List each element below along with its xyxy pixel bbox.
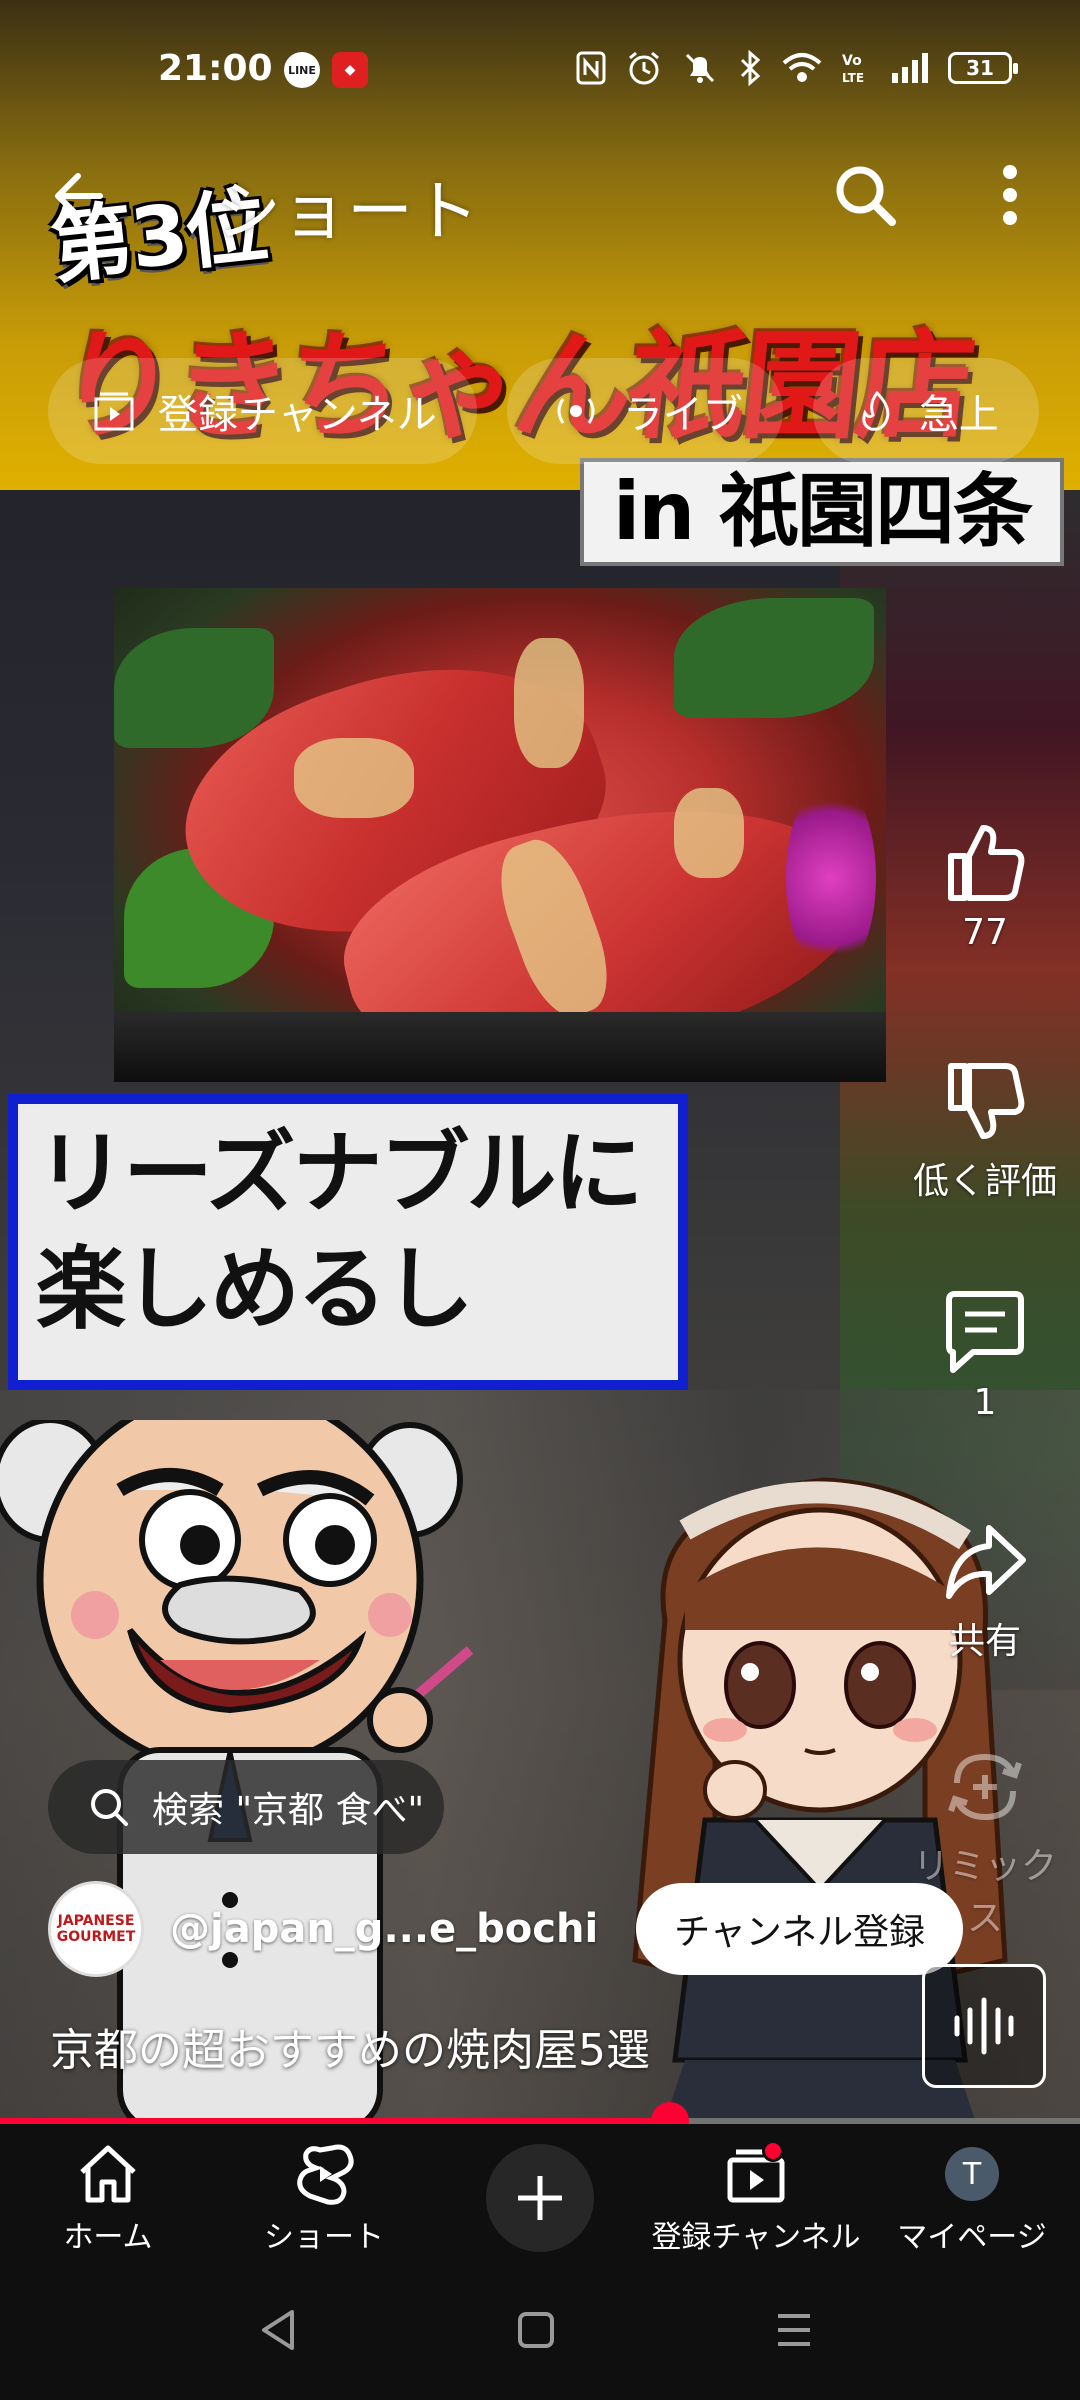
svg-text:Vo: Vo (842, 53, 862, 69)
filter-chips: 登録チャンネル ライブ 急上 (48, 358, 1039, 464)
chip-label: ライブ (622, 392, 743, 438)
caption-box: リーズナブルに 楽しめるし (8, 1094, 688, 1390)
battery-icon: 31 (948, 52, 1018, 84)
remix-icon (948, 1753, 1022, 1821)
back-arrow-icon[interactable] (50, 166, 110, 226)
subscribe-button[interactable]: チャンネル登録 (636, 1883, 964, 1975)
wifi-icon (782, 53, 822, 82)
chip-trending[interactable]: 急上 (812, 358, 1039, 464)
app-icon: ◆ (332, 52, 368, 88)
channel-avatar[interactable]: JAPANESE GOURMET (48, 1881, 144, 1977)
recents-menu-icon[interactable] (774, 2308, 814, 2352)
related-search-text: 検索 "京都 食べ" (152, 1790, 425, 1831)
notification-icons: LINE ◆ (284, 52, 368, 88)
thumbs-down-icon (948, 1063, 1025, 1139)
food-image (114, 588, 886, 1082)
share-icon (946, 1525, 1026, 1599)
share-button[interactable]: 共有 (910, 1520, 1060, 1664)
chip-label: 登録チャンネル (158, 392, 437, 438)
comment-button[interactable]: 1 (910, 1290, 1060, 1423)
sound-button[interactable] (922, 1964, 1046, 2088)
nav-label: 登録チャンネル (651, 2220, 861, 2255)
top-app-bar: ショート (0, 140, 1080, 250)
dislike-label: 低く評価 (912, 1161, 1057, 1202)
avatar-icon: T (945, 2147, 999, 2201)
comment-count: 1 (973, 1382, 997, 1423)
home-icon (80, 2145, 136, 2203)
chip-label: 急上 (918, 392, 999, 438)
chip-live[interactable]: ライブ (506, 358, 783, 464)
nav-label: ホーム (63, 2220, 153, 2255)
nav-subscriptions[interactable]: 登録チャンネル (648, 2140, 864, 2256)
flower-garnish (786, 778, 876, 978)
caption-line: リーズナブルに (36, 1121, 644, 1226)
sound-waves-icon (954, 1997, 1014, 2055)
mute-icon (685, 53, 715, 83)
nav-shorts[interactable]: ショート (216, 2142, 432, 2256)
dislike-button[interactable]: 低く評価 (910, 1060, 1060, 1204)
location-label: in 祇園四条 (580, 458, 1064, 566)
nfc-icon (576, 51, 606, 85)
search-icon (91, 1789, 128, 1826)
like-button[interactable]: 77 (910, 820, 1060, 953)
nav-label: マイページ (897, 2220, 1047, 2255)
trending-icon (862, 390, 890, 431)
share-label: 共有 (948, 1621, 1021, 1662)
gold-leaf (674, 788, 744, 878)
caption-line: 楽しめるし (36, 1237, 474, 1342)
like-count: 77 (962, 912, 1008, 953)
status-bar: 21:00 LINE ◆ Vo LTE 31 (0, 0, 1080, 140)
live-icon (557, 398, 595, 424)
related-search-pill[interactable]: 検索 "京都 食べ" (48, 1760, 444, 1854)
nav-mypage[interactable]: T マイページ (864, 2142, 1080, 2256)
nav-home[interactable]: ホーム (0, 2142, 216, 2256)
more-vert-icon[interactable] (985, 160, 1035, 230)
avatar-text: JAPANESE GOURMET (56, 1913, 136, 1945)
volte-icon: Vo LTE (842, 53, 864, 85)
system-icons: Vo LTE 31 (576, 50, 1018, 86)
bluetooth-icon (740, 50, 761, 86)
chip-subscriptions[interactable]: 登録チャンネル (48, 358, 477, 464)
comment-icon (946, 1291, 1024, 1373)
notification-dot (762, 2140, 784, 2162)
bottom-navigation: ホーム ショート 登録チャンネル T マイページ (0, 2124, 1080, 2264)
shorts-icon (297, 2144, 354, 2205)
status-time: 21:00 (158, 48, 273, 89)
back-triangle-icon[interactable] (258, 2308, 298, 2352)
plate (114, 1012, 886, 1082)
video-title[interactable]: 京都の超おすすめの焼肉屋5選 (50, 2014, 650, 2078)
search-icon[interactable] (830, 160, 900, 230)
create-button[interactable] (486, 2144, 594, 2252)
svg-text:LTE: LTE (842, 71, 864, 85)
channel-row: JAPANESE GOURMET @japan_g...e_bochi チャンネ… (48, 1880, 964, 1978)
channel-handle[interactable]: @japan_g...e_bochi (170, 1906, 598, 1952)
leaf-shape (674, 598, 874, 718)
subscriptions-icon (94, 392, 134, 431)
thumbs-up-icon (948, 825, 1025, 901)
plus-icon (518, 2176, 562, 2220)
home-square-icon[interactable] (516, 2308, 556, 2352)
gold-leaf (294, 738, 414, 818)
nav-label: ショート (264, 2220, 384, 2255)
line-icon: LINE (284, 52, 320, 88)
alarm-icon (629, 51, 659, 85)
page-title: ショート (215, 173, 479, 250)
signal-icon (892, 53, 928, 83)
gold-leaf (514, 638, 584, 768)
system-navigation-bar (0, 2264, 1080, 2400)
